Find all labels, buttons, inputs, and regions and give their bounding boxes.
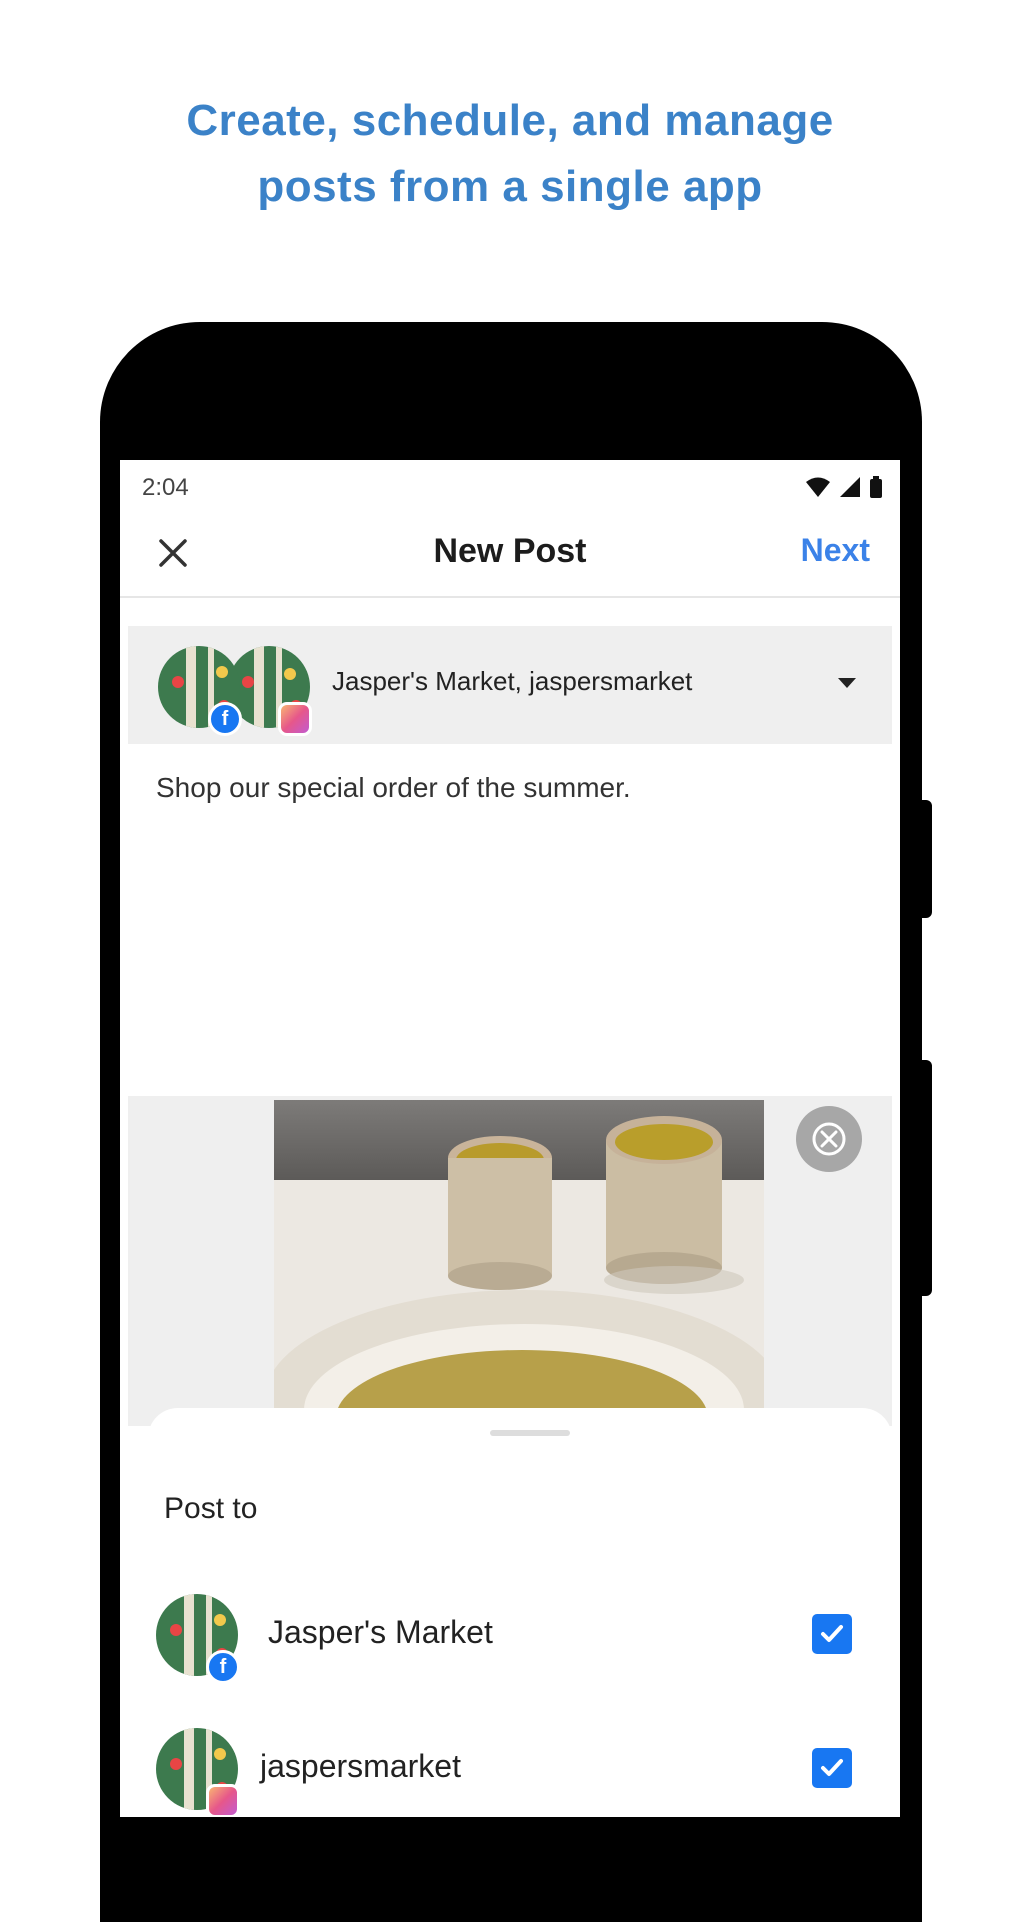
account-names: Jasper's Market, jaspersmarket	[332, 666, 693, 696]
sheet-grabber[interactable]	[490, 1430, 570, 1436]
account-label: Jasper's Market	[268, 1614, 493, 1650]
post-text-area[interactable]	[156, 760, 900, 1094]
instagram-icon	[278, 702, 312, 736]
close-icon	[159, 539, 187, 567]
status-time: 2:04	[142, 474, 189, 501]
facebook-icon: f	[206, 1650, 240, 1684]
status-icons	[806, 476, 882, 498]
instagram-icon	[206, 1784, 240, 1817]
post-to-title: Post to	[164, 1492, 258, 1525]
headline-line-2: posts from a single app	[257, 162, 763, 211]
headline-line-1: Create, schedule, and manage	[186, 96, 834, 145]
post-to-row-facebook[interactable]: f Jasper's Market	[148, 1584, 892, 1684]
post-to-row-instagram[interactable]: jaspersmarket	[148, 1718, 892, 1817]
facebook-icon: f	[208, 702, 242, 736]
close-icon	[812, 1122, 846, 1156]
account-label: jaspersmarket	[260, 1748, 461, 1784]
phone-side-button	[918, 800, 932, 918]
facebook-checkbox[interactable]	[812, 1614, 852, 1654]
page-title: New Post	[433, 532, 587, 570]
wifi-icon	[806, 477, 830, 497]
phone-side-button	[918, 1060, 932, 1296]
cups-photo	[274, 1100, 764, 1420]
signal-icon	[840, 477, 860, 497]
battery-icon	[870, 476, 882, 498]
caret-down-icon[interactable]	[838, 678, 856, 688]
post-photo	[274, 1100, 764, 1420]
post-to-sheet: Post to f Jasper's Market jaspersmarket	[148, 1408, 892, 1817]
headline: Create, schedule, and manage posts from …	[0, 88, 1020, 220]
app-bar: New Post Next	[120, 510, 900, 598]
close-button[interactable]	[150, 530, 196, 576]
next-button[interactable]: Next	[801, 532, 870, 569]
instagram-checkbox[interactable]	[812, 1748, 852, 1788]
account-selector[interactable]: f Jasper's Market, jaspersmarket	[128, 626, 892, 744]
remove-media-button[interactable]	[796, 1106, 862, 1172]
post-text: Shop our special order of the summer.	[156, 772, 631, 803]
status-bar: 2:04	[120, 460, 900, 510]
phone-screen: 2:04 New Post Next f Jasper's Market, ja…	[120, 460, 900, 1817]
checkmark-icon	[821, 1625, 843, 1642]
checkmark-icon	[821, 1759, 843, 1776]
